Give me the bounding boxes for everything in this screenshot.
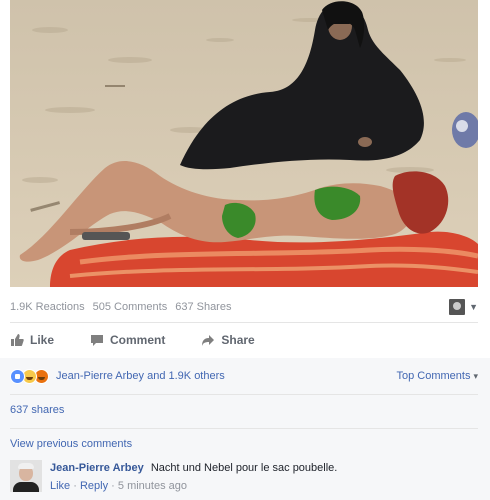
- comment-reply-link[interactable]: Reply: [80, 480, 108, 492]
- like-reaction-icon: [10, 368, 25, 384]
- separator-dot: ·: [73, 480, 77, 492]
- commenter-avatar[interactable]: [10, 460, 42, 492]
- share-button[interactable]: Share: [201, 333, 255, 347]
- thumbs-up-icon: [11, 334, 24, 346]
- beach-photo-image: [10, 0, 478, 287]
- shares-link[interactable]: 637 shares: [10, 404, 64, 416]
- top-comments-dropdown[interactable]: Top Comments ▾: [396, 370, 478, 382]
- chevron-down-icon: ▾: [473, 370, 478, 381]
- user-avatar-small: [449, 299, 466, 315]
- chevron-down-icon: ▼: [469, 302, 478, 312]
- comment-item: Jean-Pierre Arbey Nacht und Nebel pour l…: [10, 460, 478, 496]
- comments-section: Jean-Pierre Arbey and 1.9K others Top Co…: [0, 358, 490, 500]
- divider: [10, 428, 478, 429]
- divider: [10, 394, 478, 395]
- comments-count[interactable]: 505 Comments: [93, 301, 168, 313]
- divider: [10, 322, 478, 323]
- post-photo[interactable]: [10, 0, 478, 287]
- post-stats-bar: 1.9K Reactions 505 Comments 637 Shares ▼: [10, 296, 478, 318]
- top-comments-label: Top Comments: [396, 370, 471, 382]
- view-previous-comments-link[interactable]: View previous comments: [10, 438, 132, 450]
- comment-timestamp[interactable]: 5 minutes ago: [118, 480, 187, 492]
- comment-text: Nacht und Nebel pour le sac poubelle.: [150, 462, 338, 474]
- like-label: Like: [30, 333, 55, 347]
- post-actions: Like Comment Share: [10, 328, 478, 352]
- comment-author[interactable]: Jean-Pierre Arbey: [50, 462, 144, 474]
- like-button[interactable]: Like: [10, 333, 54, 347]
- react-as-selector[interactable]: ▼: [449, 299, 478, 315]
- comment-label: Comment: [110, 333, 166, 347]
- comment-like-link[interactable]: Like: [50, 480, 70, 492]
- reaction-icons[interactable]: [10, 368, 49, 384]
- shares-count[interactable]: 637 Shares: [175, 301, 231, 313]
- comment-icon: [91, 335, 104, 346]
- share-label: Share: [221, 333, 255, 347]
- reactors-link[interactable]: Jean-Pierre Arbey and 1.9K others: [56, 370, 225, 382]
- reactions-count[interactable]: 1.9K Reactions: [10, 301, 85, 313]
- share-arrow-icon: [202, 335, 215, 346]
- reactions-summary: Jean-Pierre Arbey and 1.9K others Top Co…: [10, 366, 478, 386]
- comment-button[interactable]: Comment: [90, 333, 165, 347]
- separator-dot: ·: [111, 480, 115, 492]
